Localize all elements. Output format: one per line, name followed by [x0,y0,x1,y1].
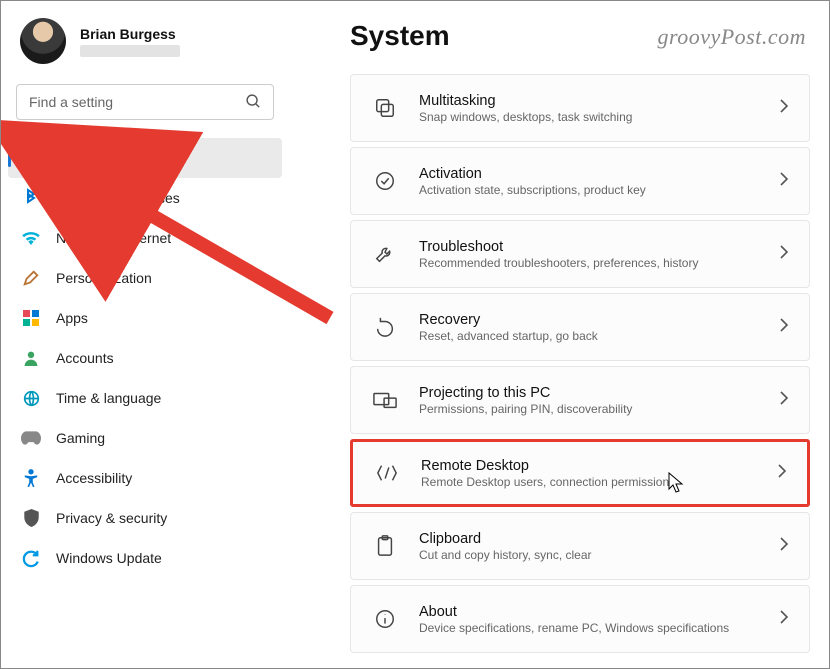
clipboard-icon [373,534,397,558]
chevron-right-icon [777,464,787,483]
chevron-right-icon [779,610,789,629]
card-subtitle: Activation state, subscriptions, product… [419,183,779,197]
card-text: Recovery Reset, advanced startup, go bac… [419,312,779,343]
card-text: Troubleshoot Recommended troubleshooters… [419,239,779,270]
sidebar-item-personalization[interactable]: Personalization [0,258,290,298]
remote-desktop-icon [375,461,399,485]
card-activation[interactable]: Activation Activation state, subscriptio… [350,147,810,215]
card-multitasking[interactable]: Multitasking Snap windows, desktops, tas… [350,74,810,142]
sidebar-item-accounts[interactable]: Accounts [0,338,290,378]
system-icon [22,149,40,167]
sidebar-item-label: Time & language [56,390,290,406]
card-subtitle: Cut and copy history, sync, clear [419,548,779,562]
nav-list: System Bluetooth & devices Network & int… [0,138,290,578]
card-clipboard[interactable]: Clipboard Cut and copy history, sync, cl… [350,512,810,580]
card-text: Projecting to this PC Permissions, pairi… [419,385,779,416]
card-remote-desktop[interactable]: Remote Desktop Remote Desktop users, con… [350,439,810,507]
sidebar-item-label: Network & internet [56,230,290,246]
card-text: Clipboard Cut and copy history, sync, cl… [419,531,779,562]
card-text: About Device specifications, rename PC, … [419,604,779,635]
multitasking-icon [373,96,397,120]
card-subtitle: Permissions, pairing PIN, discoverabilit… [419,402,779,416]
bluetooth-icon [22,189,40,207]
card-subtitle: Recommended troubleshooters, preferences… [419,256,779,270]
card-subtitle: Reset, advanced startup, go back [419,329,779,343]
main-content: System Multitasking Snap windows, deskto… [290,0,830,669]
card-projecting[interactable]: Projecting to this PC Permissions, pairi… [350,366,810,434]
card-title: Recovery [419,312,779,328]
card-subtitle: Snap windows, desktops, task switching [419,110,779,124]
card-subtitle: Remote Desktop users, connection permiss… [421,475,777,489]
card-title: Remote Desktop [421,458,777,474]
card-subtitle: Device specifications, rename PC, Window… [419,621,779,635]
card-title: Activation [419,166,779,182]
sidebar: Brian Burgess System Bluetooth & devices… [0,0,290,669]
card-recovery[interactable]: Recovery Reset, advanced startup, go bac… [350,293,810,361]
troubleshoot-icon [373,242,397,266]
sidebar-item-time-language[interactable]: Time & language [0,378,290,418]
card-text: Remote Desktop Remote Desktop users, con… [421,458,777,489]
settings-card-list: Multitasking Snap windows, desktops, tas… [350,74,810,653]
sidebar-item-apps[interactable]: Apps [0,298,290,338]
recovery-icon [373,315,397,339]
user-name: Brian Burgess [80,26,180,42]
sidebar-item-label: Bluetooth & devices [56,190,290,206]
sidebar-item-accessibility[interactable]: Accessibility [0,458,290,498]
sidebar-item-label: Gaming [56,430,290,446]
card-title: Clipboard [419,531,779,547]
search-icon [245,93,262,115]
sidebar-item-label: Accessibility [56,470,290,486]
sidebar-item-windows-update[interactable]: Windows Update [0,538,290,578]
sidebar-item-system[interactable]: System [8,138,282,178]
apps-icon [22,309,40,327]
windows-update-icon [22,549,40,567]
sidebar-item-label: Personalization [56,270,290,286]
personalization-icon [22,269,40,287]
avatar [20,18,66,64]
card-title: Multitasking [419,93,779,109]
gaming-icon [22,429,40,447]
sidebar-item-privacy-security[interactable]: Privacy & security [0,498,290,538]
chevron-right-icon [779,99,789,118]
sidebar-item-label: Windows Update [56,550,290,566]
about-icon [373,607,397,631]
card-text: Activation Activation state, subscriptio… [419,166,779,197]
activation-icon [373,169,397,193]
projecting-icon [373,388,397,412]
user-block[interactable]: Brian Burgess [0,18,290,76]
sidebar-item-label: System [56,150,282,166]
sidebar-item-label: Privacy & security [56,510,290,526]
sidebar-item-gaming[interactable]: Gaming [0,418,290,458]
search-wrap [16,84,274,120]
sidebar-item-label: Accounts [56,350,290,366]
card-about[interactable]: About Device specifications, rename PC, … [350,585,810,653]
chevron-right-icon [779,172,789,191]
network-icon [22,229,40,247]
time-language-icon [22,389,40,407]
chevron-right-icon [779,537,789,556]
chevron-right-icon [779,391,789,410]
user-text-block: Brian Burgess [80,26,180,57]
chevron-right-icon [779,318,789,337]
card-text: Multitasking Snap windows, desktops, tas… [419,93,779,124]
accounts-icon [22,349,40,367]
sidebar-item-network[interactable]: Network & internet [0,218,290,258]
card-title: Troubleshoot [419,239,779,255]
chevron-right-icon [779,245,789,264]
sidebar-item-bluetooth[interactable]: Bluetooth & devices [0,178,290,218]
privacy-security-icon [22,509,40,527]
user-email-redacted [80,45,180,57]
watermark-text: groovyPost.com [657,24,806,50]
search-input[interactable] [16,84,274,120]
card-title: Projecting to this PC [419,385,779,401]
card-title: About [419,604,779,620]
accessibility-icon [22,469,40,487]
sidebar-item-label: Apps [56,310,290,326]
card-troubleshoot[interactable]: Troubleshoot Recommended troubleshooters… [350,220,810,288]
